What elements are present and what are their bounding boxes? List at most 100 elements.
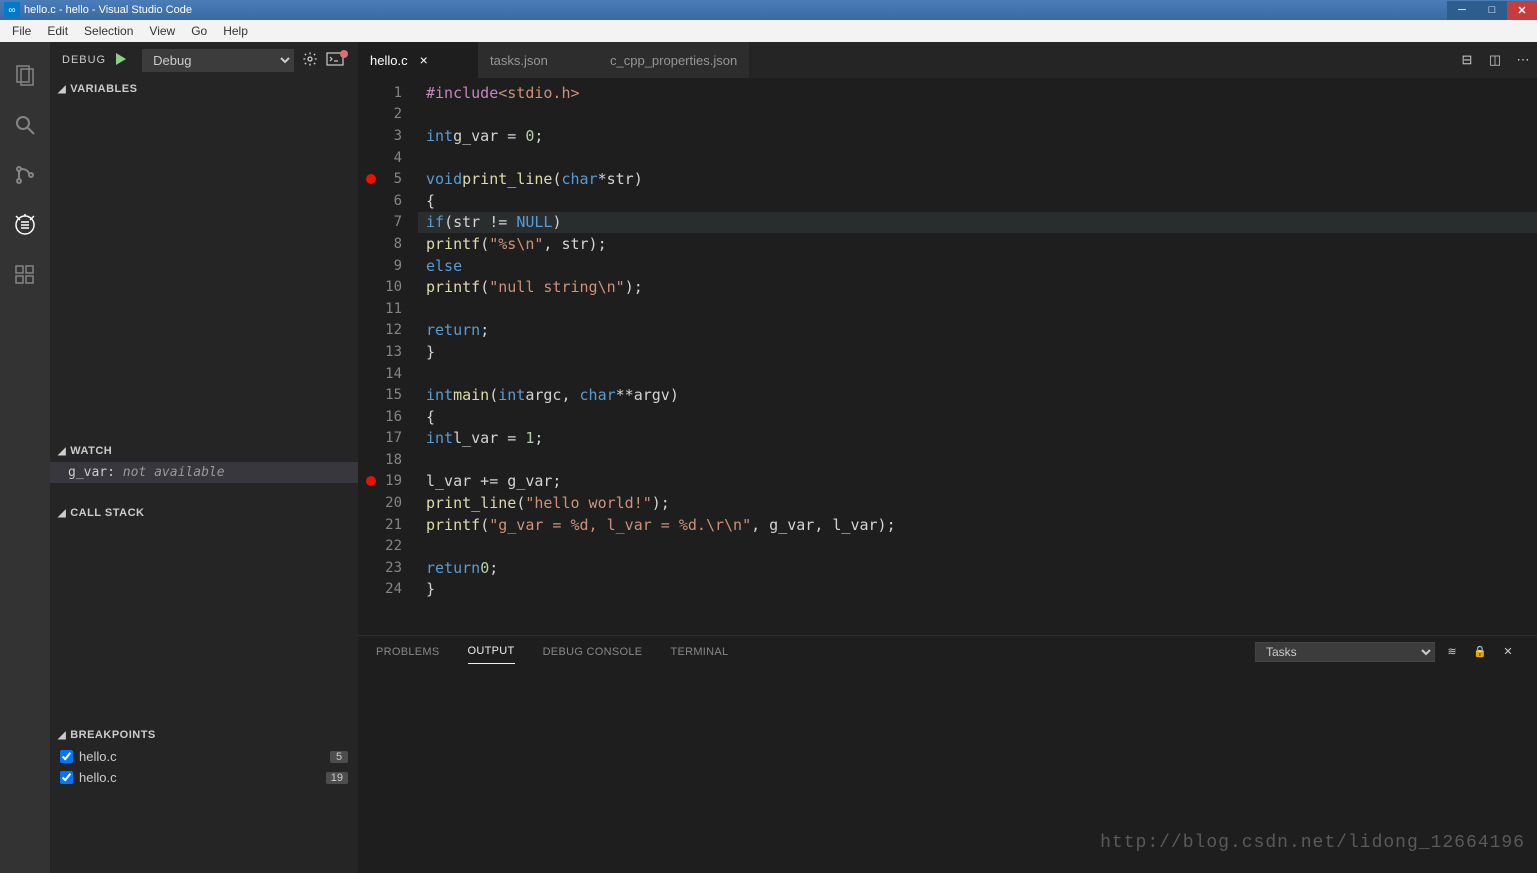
problems-tab[interactable]: PROBLEMS	[376, 640, 440, 664]
menu-help[interactable]: Help	[215, 22, 256, 40]
line-number[interactable]: 18	[358, 449, 418, 471]
more-icon[interactable]: ⋯	[1509, 42, 1537, 78]
lock-scroll-icon[interactable]: 🔒	[1469, 645, 1491, 658]
line-number[interactable]: 15	[358, 384, 418, 406]
editor-tab[interactable]: tasks.json	[478, 42, 598, 78]
code-line[interactable]	[418, 363, 1537, 385]
line-number[interactable]: 5	[358, 168, 418, 190]
line-number[interactable]: 6	[358, 190, 418, 212]
gear-icon[interactable]	[302, 51, 320, 70]
extensions-icon[interactable]	[0, 250, 50, 300]
line-number[interactable]: 11	[358, 298, 418, 320]
menu-edit[interactable]: Edit	[39, 22, 76, 40]
code-line[interactable]: printf("g_var = %d, l_var = %d.\r\n", g_…	[418, 514, 1537, 536]
debug-config-select[interactable]: Debug	[142, 49, 294, 72]
code-line[interactable]: l_var += g_var;	[418, 471, 1537, 493]
code-line[interactable]: return;	[418, 320, 1537, 342]
watch-item[interactable]: g_var: not available	[50, 462, 358, 483]
breakpoint-icon[interactable]	[366, 476, 376, 486]
window-maximize-button[interactable]: □	[1477, 1, 1507, 20]
window-close-button[interactable]: ✕	[1507, 1, 1537, 20]
line-number[interactable]: 3	[358, 125, 418, 147]
explorer-icon[interactable]	[0, 50, 50, 100]
output-channel-select[interactable]: Tasks	[1255, 642, 1435, 662]
menu-go[interactable]: Go	[183, 22, 215, 40]
code-line[interactable]: return 0;	[418, 557, 1537, 579]
callstack-section-header[interactable]: ◢CALL STACK	[50, 502, 358, 524]
clear-output-icon[interactable]: ≋	[1441, 645, 1463, 658]
breakpoints-section-header[interactable]: ◢BREAKPOINTS	[50, 724, 358, 746]
output-tab[interactable]: OUTPUT	[468, 639, 515, 664]
split-editor-icon[interactable]: ◫	[1481, 42, 1509, 78]
editor-tabs: hello.c×tasks.jsonc_cpp_properties.json ⊟…	[358, 42, 1537, 78]
code-line[interactable]: #include <stdio.h>	[418, 82, 1537, 104]
code-editor[interactable]: 123456789101112131415161718192021222324 …	[358, 78, 1537, 635]
line-number[interactable]: 14	[358, 363, 418, 385]
line-number[interactable]: 22	[358, 535, 418, 557]
line-number[interactable]: 24	[358, 579, 418, 601]
menu-selection[interactable]: Selection	[76, 22, 141, 40]
code-line[interactable]	[418, 147, 1537, 169]
line-number[interactable]: 17	[358, 428, 418, 450]
menu-view[interactable]: View	[141, 22, 183, 40]
breakpoint-icon[interactable]	[366, 174, 376, 184]
breakpoint-checkbox[interactable]	[60, 771, 73, 784]
line-number[interactable]: 4	[358, 147, 418, 169]
code-line[interactable]: {	[418, 406, 1537, 428]
variables-section-header[interactable]: ◢VARIABLES	[50, 78, 358, 100]
code-line[interactable]: printf("%s\n", str);	[418, 233, 1537, 255]
line-number[interactable]: 23	[358, 557, 418, 579]
menu-file[interactable]: File	[4, 22, 39, 40]
bottom-panel-tabs: PROBLEMS OUTPUT DEBUG CONSOLE TERMINAL T…	[358, 635, 1537, 667]
code-line[interactable]	[418, 104, 1537, 126]
code-line[interactable]	[418, 535, 1537, 557]
window-minimize-button[interactable]: ─	[1447, 1, 1477, 20]
line-number[interactable]: 13	[358, 341, 418, 363]
line-number[interactable]: 8	[358, 233, 418, 255]
start-debug-button[interactable]	[114, 52, 134, 69]
terminal-tab[interactable]: TERMINAL	[670, 640, 728, 664]
debug-console-tab[interactable]: DEBUG CONSOLE	[543, 640, 643, 664]
line-number[interactable]: 10	[358, 276, 418, 298]
code-line[interactable]: int main (int argc, char **argv)	[418, 384, 1537, 406]
debug-console-icon[interactable]	[326, 52, 346, 69]
code-line[interactable]	[418, 449, 1537, 471]
breakpoint-row[interactable]: hello.c19	[50, 767, 358, 788]
line-number[interactable]: 20	[358, 492, 418, 514]
debug-icon[interactable]	[0, 200, 50, 250]
line-number[interactable]: 16	[358, 406, 418, 428]
code-line[interactable]	[418, 298, 1537, 320]
activity-bar	[0, 42, 50, 873]
code-line[interactable]: {	[418, 190, 1537, 212]
breakpoint-checkbox[interactable]	[60, 750, 73, 763]
code-line[interactable]: print_line("hello world!");	[418, 492, 1537, 514]
compare-icon[interactable]: ⊟	[1453, 42, 1481, 78]
close-tab-icon[interactable]: ×	[420, 52, 428, 68]
code-line[interactable]: else	[418, 255, 1537, 277]
close-panel-icon[interactable]: ✕	[1497, 645, 1519, 658]
editor-tab[interactable]: hello.c×	[358, 42, 478, 78]
line-number[interactable]: 19	[358, 471, 418, 493]
breakpoint-row[interactable]: hello.c5	[50, 746, 358, 767]
code-line[interactable]: if (str != NULL)	[418, 212, 1537, 234]
line-number[interactable]: 7	[358, 212, 418, 234]
line-gutter[interactable]: 123456789101112131415161718192021222324	[358, 78, 418, 635]
code-line[interactable]: }	[418, 579, 1537, 601]
line-number[interactable]: 1	[358, 82, 418, 104]
code-line[interactable]: int l_var = 1;	[418, 428, 1537, 450]
editor-tab[interactable]: c_cpp_properties.json	[598, 42, 749, 78]
code-line[interactable]: void print_line(char *str)	[418, 168, 1537, 190]
source-control-icon[interactable]	[0, 150, 50, 200]
search-icon[interactable]	[0, 100, 50, 150]
breakpoint-line-badge: 5	[330, 751, 348, 763]
line-number[interactable]: 21	[358, 514, 418, 536]
output-panel[interactable]	[358, 667, 1537, 873]
code-line[interactable]: printf("null string\n");	[418, 276, 1537, 298]
watch-section-header[interactable]: ◢WATCH	[50, 440, 358, 462]
line-number[interactable]: 12	[358, 320, 418, 342]
line-number[interactable]: 9	[358, 255, 418, 277]
code-line[interactable]: int g_var = 0;	[418, 125, 1537, 147]
code-line[interactable]: }	[418, 341, 1537, 363]
line-number[interactable]: 2	[358, 104, 418, 126]
code-content[interactable]: #include <stdio.h> int g_var = 0; void pri…	[418, 78, 1537, 635]
